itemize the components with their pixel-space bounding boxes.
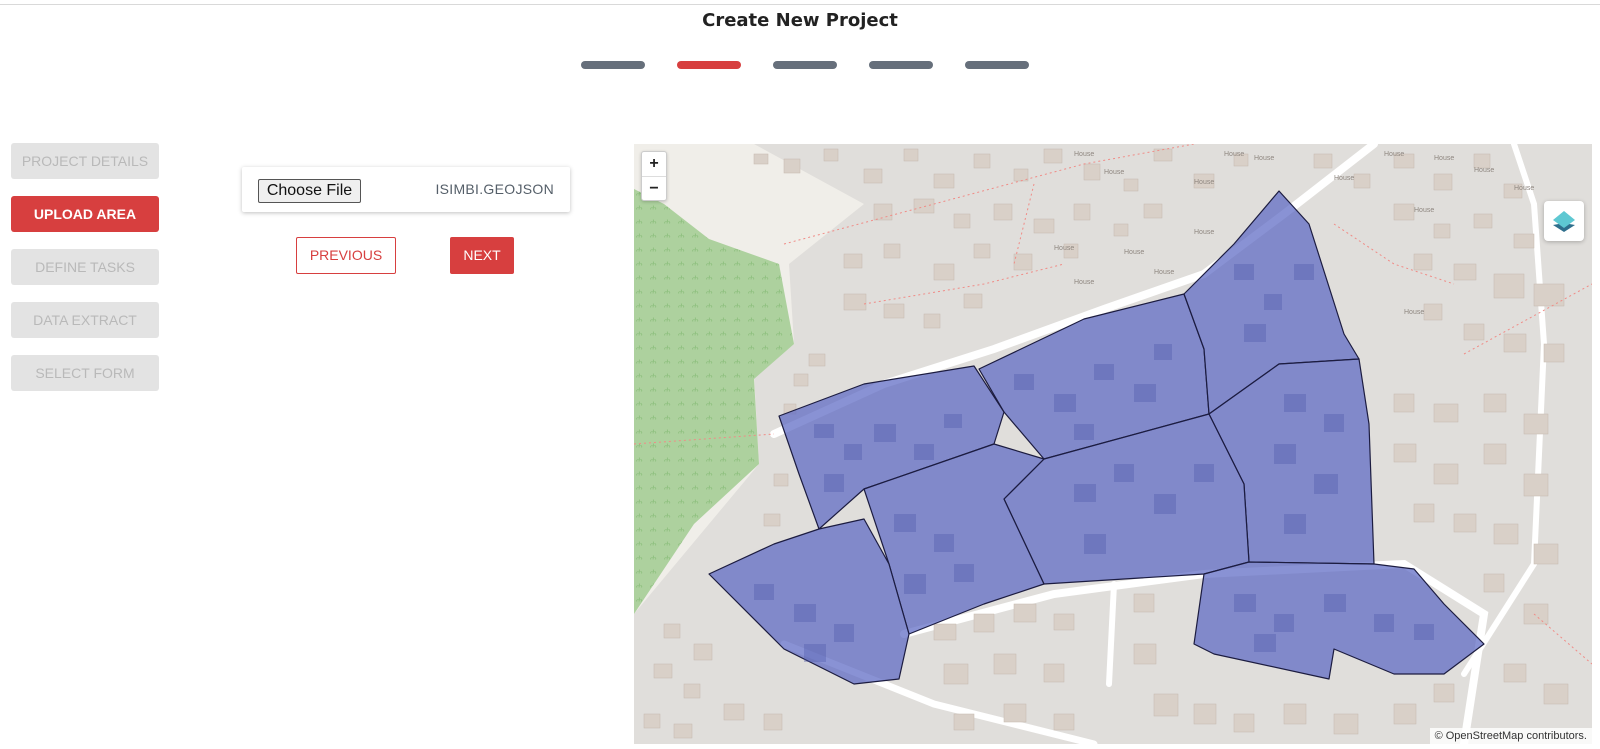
svg-text:House: House bbox=[1104, 169, 1124, 176]
uploaded-file-name: ISIMBI.GEOJSON bbox=[435, 181, 554, 197]
sidebar-item-data-extract[interactable]: DATA EXTRACT bbox=[11, 302, 159, 338]
svg-text:House: House bbox=[1474, 167, 1494, 174]
sidebar-item-define-tasks[interactable]: DEFINE TASKS bbox=[11, 249, 159, 285]
svg-text:House: House bbox=[1434, 155, 1454, 162]
svg-text:House: House bbox=[1054, 245, 1074, 252]
step-progress bbox=[0, 61, 1600, 69]
previous-button[interactable]: PREVIOUS bbox=[296, 237, 396, 274]
zoom-in-button[interactable]: + bbox=[642, 152, 666, 176]
svg-text:House: House bbox=[1194, 229, 1214, 236]
step-indicator-5[interactable] bbox=[965, 61, 1029, 69]
wizard-sidebar: PROJECT DETAILS UPLOAD AREA DEFINE TASKS… bbox=[11, 143, 159, 408]
svg-text:House: House bbox=[1154, 269, 1174, 276]
svg-text:House: House bbox=[1194, 179, 1214, 186]
sidebar-item-select-form[interactable]: SELECT FORM bbox=[11, 355, 159, 391]
choose-file-button[interactable]: Choose File bbox=[258, 179, 361, 203]
layers-button[interactable] bbox=[1544, 201, 1584, 241]
svg-text:House: House bbox=[1254, 155, 1274, 162]
next-button[interactable]: NEXT bbox=[450, 237, 514, 274]
file-upload-card: Choose File ISIMBI.GEOJSON bbox=[242, 167, 570, 212]
top-divider bbox=[0, 4, 1600, 5]
svg-text:House: House bbox=[1384, 151, 1404, 158]
step-indicator-3[interactable] bbox=[773, 61, 837, 69]
svg-text:House: House bbox=[1074, 151, 1094, 158]
step-indicator-2[interactable] bbox=[677, 61, 741, 69]
zoom-out-button[interactable]: − bbox=[642, 176, 666, 200]
map-view[interactable]: ሐ bbox=[634, 144, 1592, 744]
step-indicator-1[interactable] bbox=[581, 61, 645, 69]
page-title: Create New Project bbox=[702, 10, 898, 31]
svg-text:House: House bbox=[1224, 151, 1244, 158]
svg-text:House: House bbox=[1514, 185, 1534, 192]
step-indicator-4[interactable] bbox=[869, 61, 933, 69]
map-canvas[interactable]: ሐ bbox=[634, 144, 1592, 744]
svg-text:House: House bbox=[1334, 175, 1354, 182]
map-attribution: © OpenStreetMap contributors. bbox=[1429, 728, 1592, 744]
svg-text:House: House bbox=[1404, 309, 1424, 316]
sidebar-item-upload-area[interactable]: UPLOAD AREA bbox=[11, 196, 159, 232]
svg-text:House: House bbox=[1124, 249, 1144, 256]
layers-icon bbox=[1553, 211, 1575, 232]
sidebar-item-project-details[interactable]: PROJECT DETAILS bbox=[11, 143, 159, 179]
svg-text:House: House bbox=[1414, 207, 1434, 214]
zoom-controls: + − bbox=[641, 151, 667, 201]
svg-text:House: House bbox=[1074, 279, 1094, 286]
